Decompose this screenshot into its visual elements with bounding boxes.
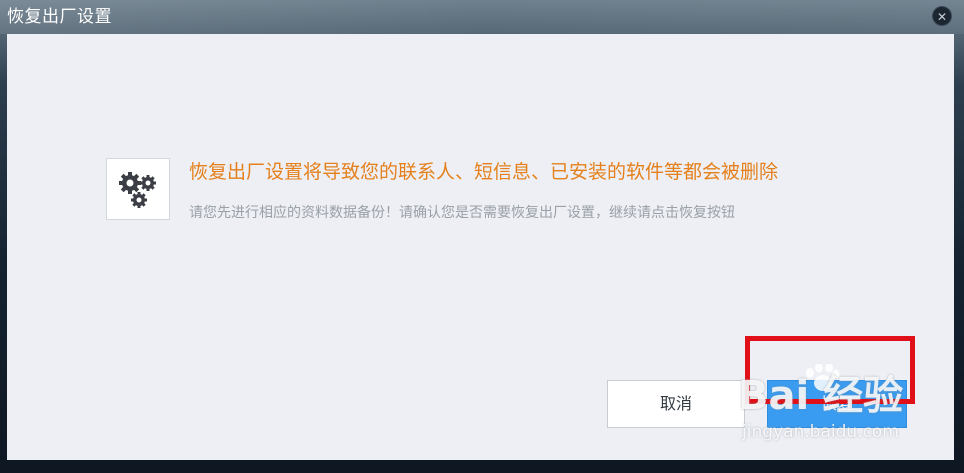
baidu-jingyan-watermark: Bai 经验 jingyan.baidu.com	[738, 364, 938, 446]
backup-instruction: 请您先进行相应的资料数据备份！请确认您是否需要恢复出厂设置，继续请点击恢复按钮	[189, 205, 735, 221]
close-icon: ✕	[936, 10, 948, 24]
watermark-brand: Bai 经验	[738, 373, 904, 419]
watermark-url: jingyan.baidu.com	[742, 422, 899, 442]
warning-headline: 恢复出厂设置将导致您的联系人、短信息、已安装的软件等都会被删除	[189, 161, 779, 183]
gears-icon	[119, 172, 156, 208]
cancel-button[interactable]: 取消	[607, 380, 745, 428]
close-button[interactable]: ✕	[932, 6, 952, 26]
window-title: 恢复出厂设置	[7, 7, 112, 27]
window-titlebar: 恢复出厂设置 ✕	[0, 0, 964, 34]
gears-icon-box	[106, 158, 170, 220]
